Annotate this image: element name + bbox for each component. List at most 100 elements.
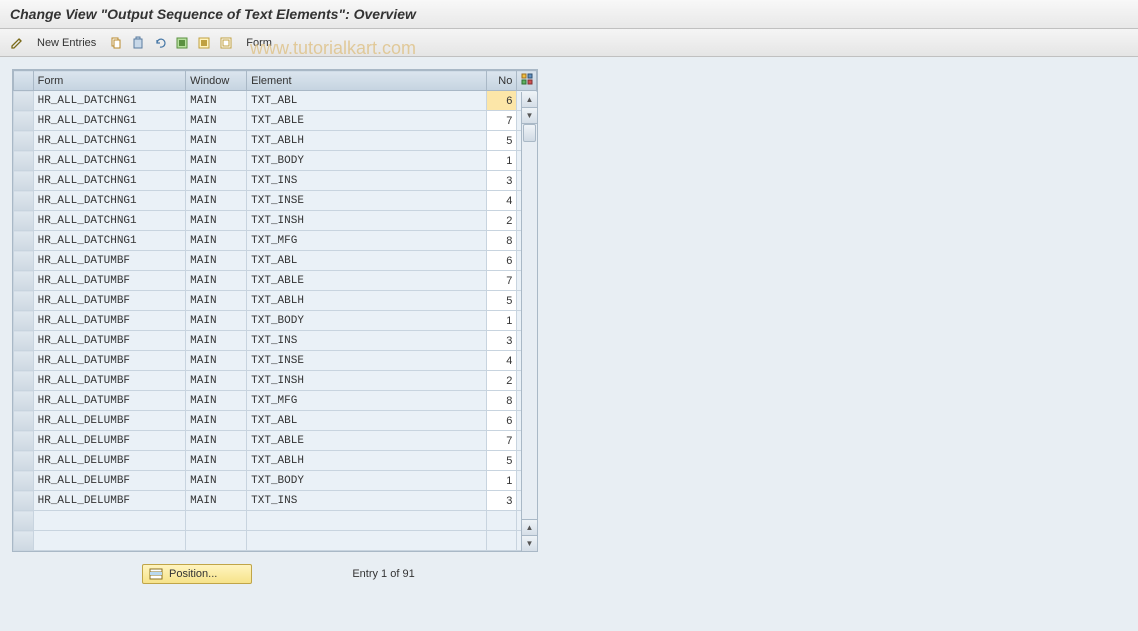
cell-element[interactable]: TXT_MFG [247, 391, 487, 411]
table-row[interactable]: HR_ALL_DELUMBFMAINTXT_ABLH5 [14, 451, 537, 471]
select-block-icon[interactable] [195, 34, 213, 52]
row-selector[interactable] [14, 231, 34, 251]
undo-icon[interactable] [151, 34, 169, 52]
cell-no[interactable]: 3 [486, 171, 517, 191]
cell-element[interactable]: TXT_INS [247, 331, 487, 351]
row-selector[interactable] [14, 171, 34, 191]
cell-no[interactable]: 3 [486, 331, 517, 351]
row-selector[interactable] [14, 311, 34, 331]
row-selector[interactable] [14, 211, 34, 231]
cell-window[interactable]: MAIN [186, 271, 247, 291]
cell-form[interactable]: HR_ALL_DELUMBF [33, 431, 186, 451]
cell-window[interactable]: MAIN [186, 391, 247, 411]
table-row[interactable]: HR_ALL_DATUMBFMAINTXT_INSE4 [14, 351, 537, 371]
cell-form[interactable]: HR_ALL_DATUMBF [33, 391, 186, 411]
cell-window[interactable]: MAIN [186, 151, 247, 171]
cell-no[interactable]: 8 [486, 391, 517, 411]
cell-no[interactable]: 5 [486, 131, 517, 151]
cell-window[interactable]: MAIN [186, 111, 247, 131]
cell-element[interactable]: TXT_BODY [247, 151, 487, 171]
cell-no[interactable]: 4 [486, 351, 517, 371]
table-row[interactable]: HR_ALL_DELUMBFMAINTXT_ABL6 [14, 411, 537, 431]
deselect-all-icon[interactable] [217, 34, 235, 52]
vertical-scrollbar[interactable]: ▲ ▼ ▲ ▼ [521, 92, 537, 551]
table-row[interactable]: HR_ALL_DATUMBFMAINTXT_INS3 [14, 331, 537, 351]
table-row[interactable]: HR_ALL_DATUMBFMAINTXT_ABL6 [14, 251, 537, 271]
cell-window[interactable]: MAIN [186, 91, 247, 111]
table-row[interactable]: HR_ALL_DATCHNG1MAINTXT_ABLH5 [14, 131, 537, 151]
cell-window[interactable]: MAIN [186, 431, 247, 451]
cell-no[interactable]: 5 [486, 451, 517, 471]
scroll-up-icon[interactable]: ▲ [522, 92, 537, 108]
cell-form[interactable]: HR_ALL_DATCHNG1 [33, 111, 186, 131]
cell-no[interactable]: 3 [486, 491, 517, 511]
cell-form[interactable]: HR_ALL_DATUMBF [33, 351, 186, 371]
scroll-track[interactable] [522, 124, 537, 519]
table-row[interactable]: HR_ALL_DATUMBFMAINTXT_ABLE7 [14, 271, 537, 291]
cell-form[interactable]: HR_ALL_DATUMBF [33, 251, 186, 271]
cell-element[interactable]: TXT_ABL [247, 251, 487, 271]
position-button[interactable]: Position... [142, 564, 252, 584]
cell-element[interactable]: TXT_INSH [247, 211, 487, 231]
table-row[interactable]: HR_ALL_DATCHNG1MAINTXT_BODY1 [14, 151, 537, 171]
cell-form[interactable]: HR_ALL_DATUMBF [33, 291, 186, 311]
cell-window[interactable]: MAIN [186, 171, 247, 191]
table-row[interactable]: HR_ALL_DATUMBFMAINTXT_MFG8 [14, 391, 537, 411]
form-button[interactable]: Form [239, 34, 279, 52]
cell-no[interactable]: 2 [486, 211, 517, 231]
cell-element[interactable]: TXT_INSE [247, 191, 487, 211]
select-all-icon[interactable] [173, 34, 191, 52]
table-row[interactable]: HR_ALL_DELUMBFMAINTXT_BODY1 [14, 471, 537, 491]
cell-element[interactable]: TXT_ABL [247, 411, 487, 431]
new-entries-button[interactable]: New Entries [30, 34, 103, 52]
cell-window[interactable]: MAIN [186, 331, 247, 351]
cell-element[interactable]: TXT_ABLH [247, 451, 487, 471]
cell-window[interactable]: MAIN [186, 131, 247, 151]
cell-no[interactable]: 6 [486, 411, 517, 431]
row-selector[interactable] [14, 471, 34, 491]
cell-window[interactable]: MAIN [186, 191, 247, 211]
row-selector[interactable] [14, 271, 34, 291]
cell-element[interactable]: TXT_INS [247, 491, 487, 511]
cell-window[interactable]: MAIN [186, 411, 247, 431]
header-form[interactable]: Form [33, 71, 186, 91]
row-selector[interactable] [14, 331, 34, 351]
header-window[interactable]: Window [186, 71, 247, 91]
cell-form[interactable]: HR_ALL_DATUMBF [33, 331, 186, 351]
cell-form[interactable]: HR_ALL_DELUMBF [33, 491, 186, 511]
cell-form[interactable]: HR_ALL_DATCHNG1 [33, 91, 186, 111]
cell-element[interactable]: TXT_ABL [247, 91, 487, 111]
cell-no[interactable]: 5 [486, 291, 517, 311]
cell-element[interactable]: TXT_ABLE [247, 271, 487, 291]
scroll-down-small-icon[interactable]: ▼ [522, 108, 537, 124]
cell-no[interactable]: 1 [486, 471, 517, 491]
cell-form[interactable]: HR_ALL_DATUMBF [33, 371, 186, 391]
cell-element[interactable]: TXT_INSE [247, 351, 487, 371]
cell-element[interactable]: TXT_MFG [247, 231, 487, 251]
row-selector[interactable] [14, 251, 34, 271]
cell-element[interactable]: TXT_ABLH [247, 291, 487, 311]
cell-form[interactable]: HR_ALL_DATCHNG1 [33, 151, 186, 171]
cell-window[interactable]: MAIN [186, 291, 247, 311]
cell-form[interactable]: HR_ALL_DELUMBF [33, 451, 186, 471]
cell-form[interactable]: HR_ALL_DATUMBF [33, 311, 186, 331]
cell-element[interactable]: TXT_BODY [247, 471, 487, 491]
row-selector[interactable] [14, 451, 34, 471]
cell-form[interactable]: HR_ALL_DATCHNG1 [33, 171, 186, 191]
scroll-thumb[interactable] [523, 124, 536, 142]
header-no[interactable]: No [486, 71, 517, 91]
cell-window[interactable]: MAIN [186, 251, 247, 271]
cell-window[interactable]: MAIN [186, 371, 247, 391]
row-selector[interactable] [14, 131, 34, 151]
row-selector[interactable] [14, 391, 34, 411]
cell-element[interactable]: TXT_INSH [247, 371, 487, 391]
cell-element[interactable]: TXT_BODY [247, 311, 487, 331]
table-row[interactable]: HR_ALL_DATCHNG1MAINTXT_ABLE7 [14, 111, 537, 131]
table-row[interactable]: HR_ALL_DATCHNG1MAINTXT_INSH2 [14, 211, 537, 231]
cell-form[interactable]: HR_ALL_DATCHNG1 [33, 211, 186, 231]
header-selector[interactable] [14, 71, 34, 91]
cell-form[interactable]: HR_ALL_DATCHNG1 [33, 231, 186, 251]
cell-window[interactable]: MAIN [186, 491, 247, 511]
cell-no[interactable]: 7 [486, 111, 517, 131]
copy-icon[interactable] [107, 34, 125, 52]
